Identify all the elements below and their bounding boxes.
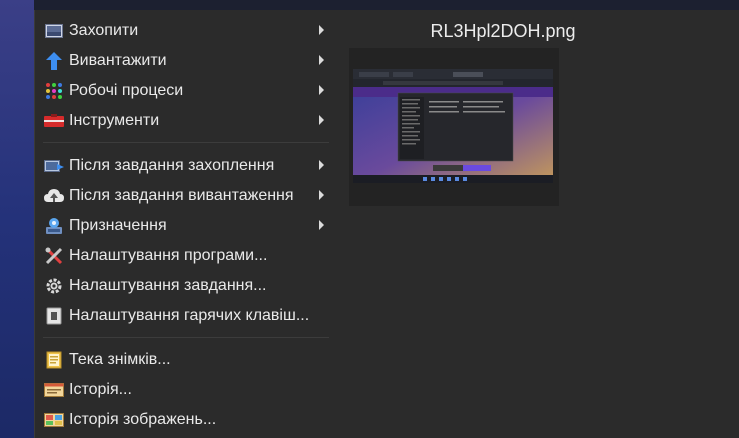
preview-filename: RL3Hpl2DOH.png <box>430 21 576 41</box>
menu-separator <box>43 142 329 143</box>
image-history-icon <box>44 410 64 430</box>
menu-item-label: Історія... <box>69 381 132 398</box>
menu-item-label: Налаштування завдання... <box>69 277 267 294</box>
window-top-edge <box>34 0 739 10</box>
desktop-background <box>0 0 34 438</box>
menu-item-tools[interactable]: Інструменти <box>35 106 335 136</box>
preview-thumbnail[interactable] <box>349 48 559 206</box>
menu-item-label: Робочі процеси <box>69 82 184 99</box>
submenu-arrow-icon <box>319 190 324 200</box>
destinations-icon <box>44 216 64 236</box>
menu-item-after-capture[interactable]: Після завдання захоплення <box>35 151 335 181</box>
menu-item-label: Після завдання захоплення <box>69 157 275 174</box>
tray-context-menu: Захопити Вивантажити Робочі процеси Інст… <box>34 10 739 438</box>
task-settings-icon <box>44 276 64 296</box>
folder-icon <box>44 350 64 370</box>
menu-item-label: Призначення <box>69 217 167 234</box>
submenu-arrow-icon <box>319 220 324 230</box>
menu-item-label: Після завдання вивантаження <box>69 187 294 204</box>
submenu-arrow-icon <box>319 85 324 95</box>
menu-item-image-history[interactable]: Історія зображень... <box>35 405 335 435</box>
upload-icon <box>44 51 64 71</box>
menu-item-upload[interactable]: Вивантажити <box>35 46 335 76</box>
menu-separator <box>43 337 329 338</box>
menu-item-history[interactable]: Історія... <box>35 375 335 405</box>
menu-item-workflows[interactable]: Робочі процеси <box>35 76 335 106</box>
menu-item-label: Історія зображень... <box>69 411 217 428</box>
menu-item-hotkey-settings[interactable]: Налаштування гарячих клавіш... <box>35 301 335 331</box>
menu-item-label: Захопити <box>69 22 139 39</box>
submenu-arrow-icon <box>319 25 324 35</box>
menu-item-label: Налаштування програми... <box>69 247 268 264</box>
menu-item-capture[interactable]: Захопити <box>35 16 335 46</box>
menu-item-label: Налаштування гарячих клавіш... <box>69 307 310 324</box>
menu-item-destinations[interactable]: Призначення <box>35 211 335 241</box>
capture-icon <box>44 21 64 41</box>
menu-item-label: Вивантажити <box>69 52 167 69</box>
hotkey-settings-icon <box>44 306 64 326</box>
thumbnail-image <box>353 69 553 183</box>
menu-item-label: Тека знімків... <box>69 351 171 368</box>
menu-item-label: Інструменти <box>69 112 160 129</box>
workflows-icon <box>44 81 64 101</box>
menu-item-screenshots-folder[interactable]: Тека знімків... <box>35 345 335 375</box>
tools-icon <box>44 111 64 131</box>
after-upload-icon <box>44 186 64 206</box>
after-capture-icon <box>44 156 64 176</box>
menu-item-after-upload[interactable]: Після завдання вивантаження <box>35 181 335 211</box>
app-settings-icon <box>44 246 64 266</box>
submenu-arrow-icon <box>319 160 324 170</box>
menu-item-task-settings[interactable]: Налаштування завдання... <box>35 271 335 301</box>
submenu-arrow-icon <box>319 55 324 65</box>
submenu-arrow-icon <box>319 115 324 125</box>
menu-item-app-settings[interactable]: Налаштування програми... <box>35 241 335 271</box>
history-icon <box>44 380 64 400</box>
